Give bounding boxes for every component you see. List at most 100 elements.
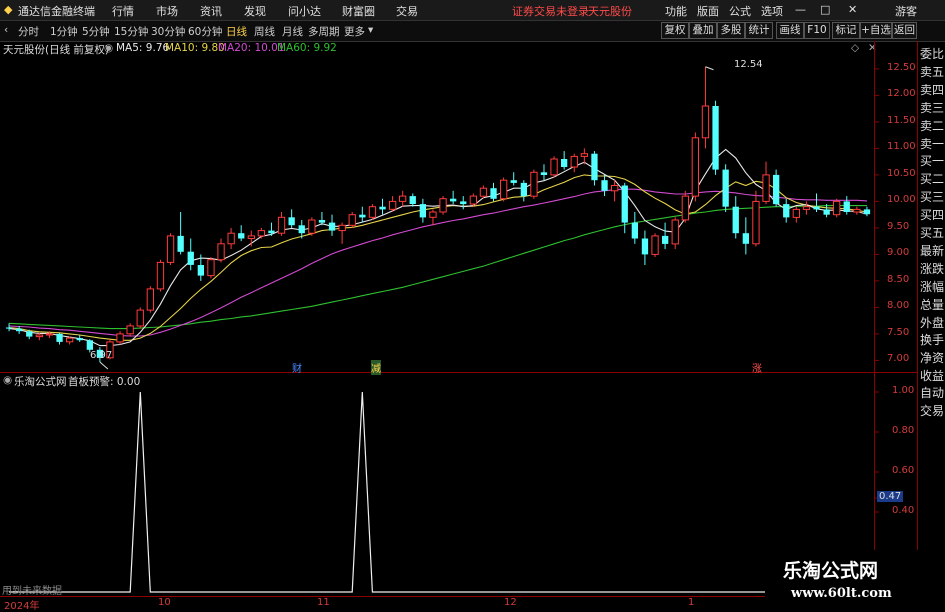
candle-body xyxy=(288,217,295,226)
period-multi[interactable]: 多周期 xyxy=(308,24,340,39)
collapse-icon[interactable]: ‹ xyxy=(4,24,8,36)
diejia-button[interactable]: 叠加 xyxy=(689,22,717,39)
menu-gongshi[interactable]: 公式 xyxy=(729,3,751,19)
indicator-tick-label: 0.47 xyxy=(877,491,904,502)
menu-gongneng[interactable]: 功能 xyxy=(665,3,687,19)
login-status[interactable]: 证券交易未登录 xyxy=(512,3,589,19)
menu-faxian[interactable]: 发现 xyxy=(244,3,266,19)
kline-chart[interactable] xyxy=(0,41,917,609)
side-panel-item[interactable]: 交易 xyxy=(920,402,944,419)
side-panel-item[interactable]: 涨幅 xyxy=(920,278,944,295)
candle-body xyxy=(409,196,416,204)
period-30min[interactable]: 30分钟 xyxy=(151,24,185,39)
candle-body xyxy=(419,204,426,218)
side-panel-item[interactable]: 最新 xyxy=(920,242,944,259)
tongji-button[interactable]: 统计 xyxy=(745,22,773,39)
candle-body xyxy=(520,182,527,197)
period-60min[interactable]: 60分钟 xyxy=(188,24,222,39)
candle-body xyxy=(86,340,93,350)
side-panel-item[interactable]: 外盘 xyxy=(920,314,944,331)
candle-body xyxy=(257,230,266,237)
side-panel-item[interactable]: 净资 xyxy=(920,349,944,366)
marker-zhang[interactable]: 涨 xyxy=(752,360,762,375)
back-button[interactable]: 返回 xyxy=(892,22,917,39)
menu-banmian[interactable]: 版面 xyxy=(697,3,719,19)
marker-jian[interactable]: 减 xyxy=(371,360,381,375)
side-panel-item[interactable]: 总量 xyxy=(920,296,944,313)
indicator-settings-icon[interactable]: ◉ xyxy=(3,374,12,386)
candle-body xyxy=(681,195,690,221)
menu-shichang[interactable]: 市场 xyxy=(156,3,178,19)
period-5min[interactable]: 5分钟 xyxy=(82,24,110,39)
candle-body xyxy=(662,235,669,244)
period-more[interactable]: 更多 xyxy=(344,24,365,39)
side-panel-item[interactable]: 收益 xyxy=(920,367,944,384)
candle-body xyxy=(722,169,729,207)
side-panel-item[interactable]: 买一 xyxy=(920,152,944,169)
side-panel-item[interactable]: 买二 xyxy=(920,170,944,187)
side-panel-item[interactable]: 买三 xyxy=(920,188,944,205)
menu-xuanxiang[interactable]: 选项 xyxy=(761,3,783,19)
candle-body xyxy=(762,174,770,202)
candle-body xyxy=(853,208,861,213)
candle-body xyxy=(389,200,397,210)
add-watchlist-button[interactable]: +自选 xyxy=(860,22,892,39)
candle-body xyxy=(783,204,790,218)
candle-body xyxy=(126,325,134,335)
menu-hangqing[interactable]: 行情 xyxy=(112,3,134,19)
menu-jiaoyi[interactable]: 交易 xyxy=(396,3,418,19)
period-weekly[interactable]: 周线 xyxy=(254,24,275,39)
fuquan-button[interactable]: 复权 xyxy=(661,22,689,39)
candle-body xyxy=(701,105,710,139)
candle-body xyxy=(802,206,811,210)
menu-bar: ◆ 通达信金融终端 行情 市场 资讯 发现 问小达 财富圈 交易 证券交易未登录… xyxy=(0,0,945,21)
huaxian-button[interactable]: 画线 xyxy=(776,22,804,39)
candle-body xyxy=(601,180,608,191)
f10-button[interactable]: F10 xyxy=(804,22,830,39)
stock-name: 天元股份 xyxy=(588,5,632,18)
guest-label[interactable]: 游客 xyxy=(895,3,917,19)
watermark-title: 乐淘公式网 xyxy=(783,560,879,582)
close-icon[interactable]: ✕ xyxy=(848,3,857,16)
indicator-tick-label: 0.60 xyxy=(892,465,915,476)
side-panel-item[interactable]: 卖四 xyxy=(920,81,944,98)
menu-zixun[interactable]: 资讯 xyxy=(200,3,222,19)
candle-body xyxy=(460,201,467,205)
candle-body xyxy=(368,206,377,218)
side-panel-item[interactable]: 自动 xyxy=(920,384,944,401)
period-fenshi[interactable]: 分时 xyxy=(18,24,39,39)
candle-body xyxy=(671,219,679,245)
low-pointer xyxy=(99,361,109,370)
candle-body xyxy=(238,233,245,239)
marker-cai[interactable]: 财 xyxy=(292,360,302,375)
period-daily[interactable]: 日线 xyxy=(226,24,247,39)
candle-body xyxy=(247,235,255,239)
side-panel-item[interactable]: 涨跌 xyxy=(920,260,944,277)
period-monthly[interactable]: 月线 xyxy=(282,24,303,39)
side-panel-item[interactable]: 卖三 xyxy=(920,99,944,116)
candle-body xyxy=(35,334,44,338)
biaoji-button[interactable]: 标记 xyxy=(832,22,860,39)
menu-wenxiaoda[interactable]: 问小达 xyxy=(288,3,321,19)
duogu-button[interactable]: 多股 xyxy=(717,22,745,39)
restore-icon[interactable]: □ xyxy=(820,3,830,16)
x-label-nov: 11 xyxy=(317,597,330,608)
period-1min[interactable]: 1分钟 xyxy=(50,24,78,39)
chevron-down-icon[interactable]: ▾ xyxy=(368,24,373,36)
period-15min[interactable]: 15分钟 xyxy=(114,24,148,39)
side-panel-item[interactable]: 买五 xyxy=(920,224,944,241)
side-panel-item[interactable]: 换手 xyxy=(920,331,944,348)
high-price-label: 12.54 xyxy=(734,59,763,70)
candle-body xyxy=(450,198,457,202)
candle-body xyxy=(328,222,336,231)
minimize-icon[interactable]: — xyxy=(795,3,806,16)
candle-body xyxy=(56,333,63,342)
candle-body xyxy=(863,209,871,215)
menu-caifuquan[interactable]: 财富圈 xyxy=(342,3,375,19)
side-panel-item[interactable]: 卖五 xyxy=(920,63,944,80)
candle-body xyxy=(439,198,447,213)
side-panel-item[interactable]: 卖一 xyxy=(920,135,944,152)
side-panel-item[interactable]: 委比 xyxy=(920,45,944,62)
side-panel-item[interactable]: 买四 xyxy=(920,206,944,223)
side-panel-item[interactable]: 卖二 xyxy=(920,117,944,134)
